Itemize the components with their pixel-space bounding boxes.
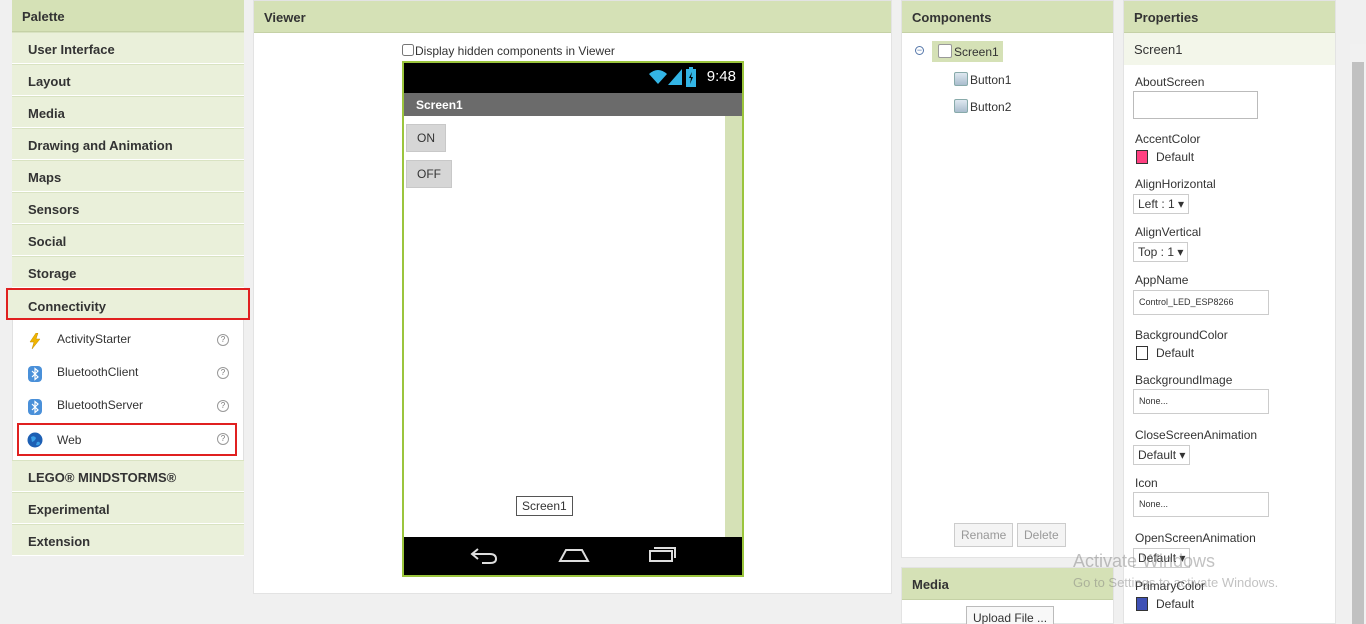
phone-screen-title: Screen1: [404, 93, 742, 116]
signal-icon: [668, 69, 682, 85]
background-color-value[interactable]: Default: [1156, 346, 1194, 360]
phone-clock: 9:48: [706, 68, 736, 85]
palette-item-label: BluetoothServer: [57, 398, 144, 412]
phone-status-bar: 9:48: [404, 63, 742, 93]
globe-icon: [27, 432, 43, 448]
primary-color-swatch[interactable]: [1136, 597, 1148, 611]
tree-item-button1[interactable]: Button1: [954, 72, 1011, 87]
palette-category-drawing-animation[interactable]: Drawing and Animation: [12, 128, 244, 160]
tree-item-screen1[interactable]: Screen1: [932, 41, 1003, 62]
display-hidden-label: Display hidden components in Viewer: [415, 44, 615, 58]
tree-item-button2[interactable]: Button2: [954, 99, 1011, 114]
battery-icon: [686, 67, 696, 87]
primary-color-value[interactable]: Default: [1156, 597, 1194, 611]
delete-button[interactable]: Delete: [1017, 523, 1066, 547]
palette-item-bluetoothserver[interactable]: BluetoothServer ?: [13, 390, 243, 423]
prop-label-backgroundimage: BackgroundImage: [1135, 373, 1233, 387]
button-component-icon: [954, 99, 968, 113]
home-icon[interactable]: [558, 547, 590, 563]
properties-title: Properties: [1124, 1, 1335, 33]
palette-category-experimental[interactable]: Experimental: [12, 492, 244, 524]
palette-item-activitystarter[interactable]: ActivityStarter ?: [13, 324, 243, 357]
viewer-panel: Viewer Display hidden components in View…: [253, 0, 892, 594]
palette-category-user-interface[interactable]: User Interface: [12, 32, 244, 64]
media-title: Media: [902, 568, 1113, 600]
help-icon[interactable]: ?: [217, 400, 229, 412]
palette-category-media[interactable]: Media: [12, 96, 244, 128]
palette-category-storage[interactable]: Storage: [12, 256, 244, 288]
help-icon[interactable]: ?: [217, 367, 229, 379]
palette-item-label: Web: [57, 433, 82, 447]
tree-item-label: Button1: [970, 73, 1012, 87]
palette-title: Palette: [12, 0, 244, 32]
closescreenanimation-select[interactable]: Default ▾: [1133, 445, 1191, 465]
palette-item-label: BluetoothClient: [57, 365, 139, 379]
palette-category-connectivity[interactable]: Connectivity: [6, 288, 250, 320]
accent-color-swatch[interactable]: [1136, 150, 1148, 164]
alignvertical-select[interactable]: Top : 1 ▾: [1133, 242, 1189, 262]
components-panel: Components − Screen1 Button1 Button2 Ren…: [901, 0, 1114, 558]
prop-label-icon: Icon: [1135, 476, 1158, 490]
upload-file-button[interactable]: Upload File ...: [966, 606, 1055, 624]
media-panel: Media Upload File ...: [901, 567, 1114, 624]
display-hidden-checkbox-input[interactable]: [402, 44, 414, 56]
prop-label-accentcolor: AccentColor: [1135, 132, 1201, 146]
icon-input[interactable]: None...: [1133, 492, 1269, 517]
background-color-swatch[interactable]: [1136, 346, 1148, 360]
palette-item-bluetoothclient[interactable]: BluetoothClient ?: [13, 357, 243, 390]
palette-category-sensors[interactable]: Sensors: [12, 192, 244, 224]
wifi-icon: [649, 70, 667, 84]
phone-preview: 9:48 Screen1 ON OFF Screen1: [402, 61, 744, 577]
scrollbar-thumb[interactable]: [1352, 62, 1364, 624]
palette-category-maps[interactable]: Maps: [12, 160, 244, 192]
phone-button-on[interactable]: ON: [406, 124, 446, 152]
palette-panel: Palette User Interface Layout Media Draw…: [6, 0, 250, 566]
prop-label-openscreenanimation: OpenScreenAnimation: [1135, 531, 1256, 545]
accent-color-value[interactable]: Default: [1156, 150, 1194, 164]
page-scrollbar[interactable]: [1350, 44, 1366, 624]
help-icon[interactable]: ?: [217, 433, 229, 445]
phone-nav-bar: [404, 537, 742, 575]
palette-category-layout[interactable]: Layout: [12, 64, 244, 96]
components-title: Components: [902, 1, 1113, 33]
screen-name-tag: Screen1: [516, 496, 573, 516]
palette-item-web[interactable]: Web ?: [17, 423, 237, 456]
backgroundimage-input[interactable]: None...: [1133, 389, 1269, 414]
back-icon[interactable]: [470, 547, 498, 565]
phone-button-off[interactable]: OFF: [406, 160, 452, 188]
openscreenanimation-select[interactable]: Default ▾: [1133, 548, 1191, 568]
rename-button[interactable]: Rename: [954, 523, 1014, 547]
prop-label-appname: AppName: [1135, 273, 1189, 287]
palette-category-lego-mindstorms[interactable]: LEGO® MINDSTORMS®: [12, 460, 244, 492]
tree-item-label: Screen1: [954, 45, 999, 59]
bluetooth-icon: [28, 399, 42, 415]
display-hidden-checkbox[interactable]: Display hidden components in Viewer: [402, 44, 615, 58]
properties-selected-component: Screen1: [1124, 33, 1335, 65]
palette-category-extension[interactable]: Extension: [12, 524, 244, 556]
connectivity-items: ActivityStarter ? BluetoothClient ? Blue…: [12, 320, 244, 460]
recents-icon[interactable]: [648, 547, 676, 563]
screen-icon: [938, 44, 952, 58]
tree-item-label: Button2: [970, 100, 1012, 114]
viewer-title: Viewer: [254, 1, 891, 33]
prop-label-alignhorizontal: AlignHorizontal: [1135, 177, 1216, 191]
prop-label-backgroundcolor: BackgroundColor: [1135, 328, 1228, 342]
properties-panel: Properties Screen1 AboutScreen AccentCol…: [1123, 0, 1336, 624]
help-icon[interactable]: ?: [217, 334, 229, 346]
phone-scroll-strip: [725, 116, 742, 538]
bluetooth-icon: [28, 366, 42, 382]
palette-item-label: ActivityStarter: [57, 332, 132, 346]
prop-label-alignvertical: AlignVertical: [1135, 225, 1202, 239]
appname-input[interactable]: Control_LED_ESP8266: [1133, 290, 1269, 315]
palette-category-social[interactable]: Social: [12, 224, 244, 256]
prop-label-aboutscreen: AboutScreen: [1135, 75, 1205, 89]
prop-label-closescreenanimation: CloseScreenAnimation: [1135, 428, 1258, 442]
tree-collapse-icon[interactable]: −: [915, 46, 924, 55]
button-component-icon: [954, 72, 968, 86]
alignhorizontal-select[interactable]: Left : 1 ▾: [1133, 194, 1190, 214]
prop-label-primarycolor: PrimaryColor: [1135, 579, 1206, 593]
aboutscreen-textarea[interactable]: [1133, 91, 1258, 119]
lightning-icon: [29, 333, 41, 349]
